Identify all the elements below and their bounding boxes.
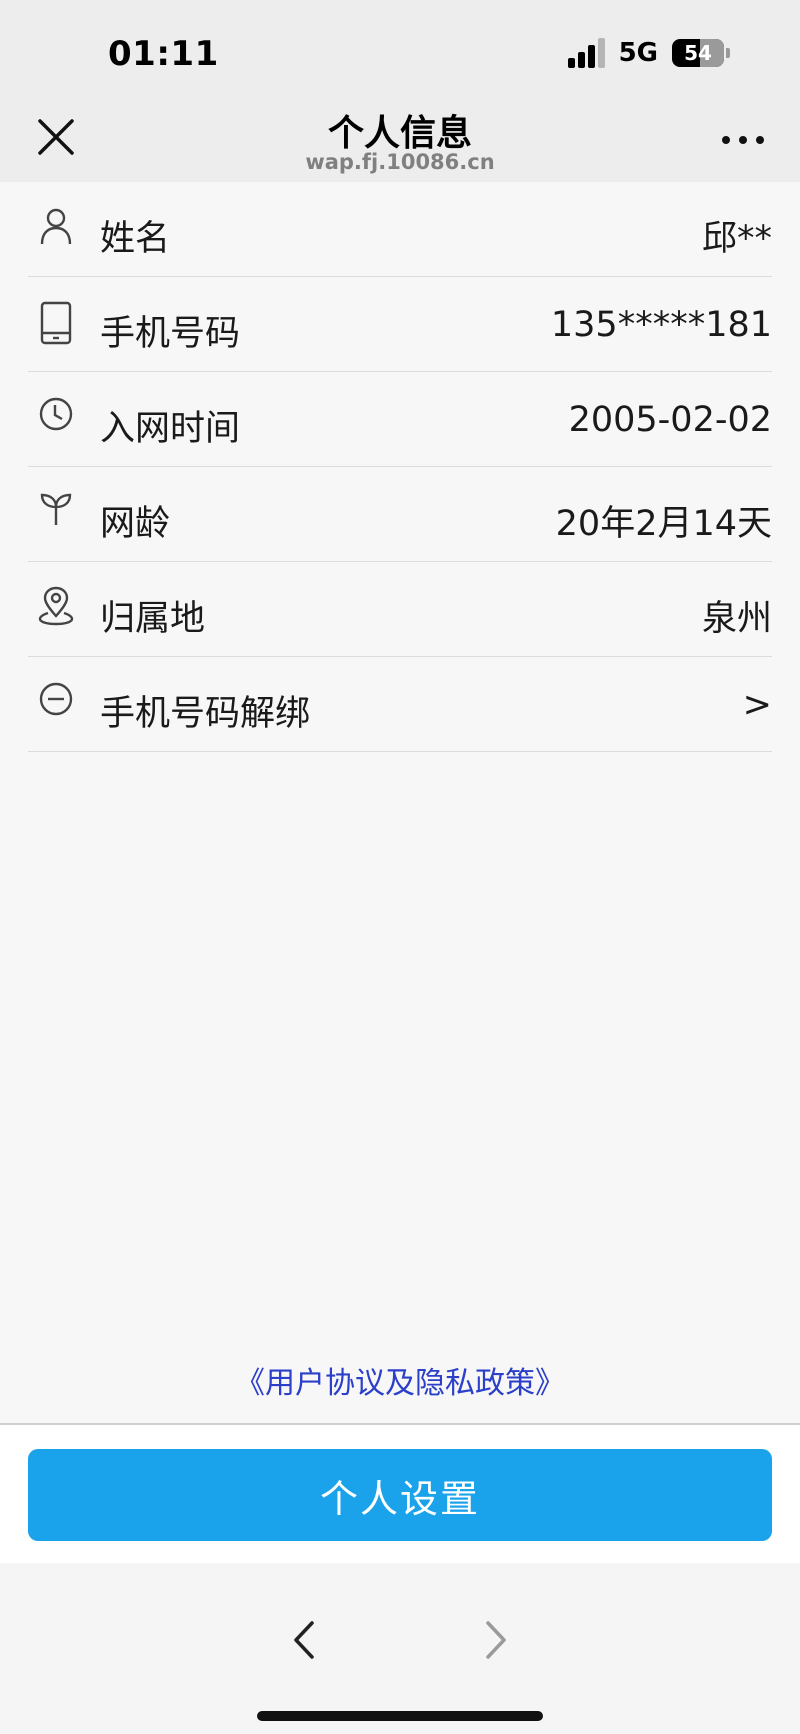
agreement-link[interactable]: 《用户协议及隐私政策》 [0,1358,800,1402]
personal-settings-button[interactable]: 个人设置 [28,1449,772,1541]
info-label: 网龄 [100,504,171,544]
phone-icon [38,301,74,345]
sprout-icon [38,491,74,531]
info-row-name: 姓名 邱** [28,182,772,277]
forward-arrow-icon[interactable] [480,1615,510,1665]
status-time: 01:11 [108,34,219,74]
person-icon [38,206,74,246]
network-type: 5G [618,38,658,68]
info-value: 2005-02-02 [568,400,772,440]
page-title: 个人信息 [327,113,472,154]
status-indicators: 5G 54 [567,38,730,68]
more-icon[interactable] [722,136,764,144]
info-row-unbind[interactable]: 手机号码解绑 > [28,657,772,752]
info-row-network-age: 网龄 20年2月14天 [28,467,772,562]
info-value: 135*****181 [550,305,772,345]
top-bar: 01:11 5G 54 个人信息 wap.fj.10086.cn [0,0,800,182]
info-value: 邱** [701,219,772,259]
info-row-join-date: 入网时间 2005-02-02 [28,372,772,467]
info-value: 20年2月14天 [555,504,772,544]
clock-icon [38,396,74,436]
info-label: 入网时间 [100,409,241,449]
bottom-panel: 个人设置 [0,1423,800,1565]
chevron-right-icon[interactable]: > [743,685,772,725]
page-url: wap.fj.10086.cn [305,150,495,174]
info-label: 手机号码 [100,314,241,354]
signal-icon [567,38,605,68]
browser-toolbar [0,1563,800,1734]
info-row-location: 归属地 泉州 [28,562,772,657]
info-value: 泉州 [701,599,772,639]
info-row-phone: 手机号码 135*****181 [28,277,772,372]
battery-level: 54 [684,41,712,65]
back-arrow-icon[interactable] [290,1615,320,1665]
battery-icon: 54 [672,39,724,67]
home-indicator[interactable] [257,1711,543,1721]
info-list: 姓名 邱** 手机号码 135*****181 入网时间 2005-02-02 [28,182,772,752]
info-label: 归属地 [100,599,206,639]
location-icon [38,586,74,626]
info-label: 姓名 [100,219,171,259]
minus-circle-icon [38,681,74,721]
info-label: 手机号码解绑 [100,694,311,734]
